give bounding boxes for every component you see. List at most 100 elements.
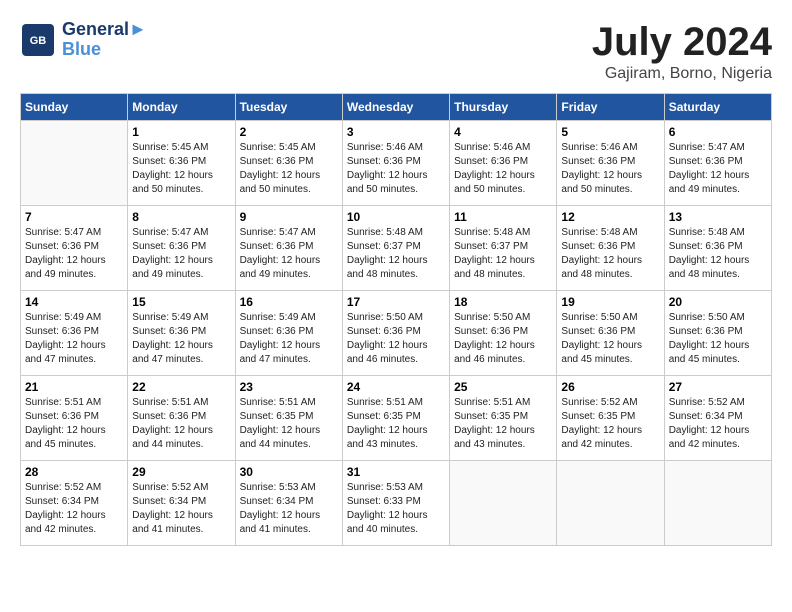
day-cell: 24Sunrise: 5:51 AMSunset: 6:35 PMDayligh…: [342, 376, 449, 461]
day-info: Sunrise: 5:50 AMSunset: 6:36 PMDaylight:…: [669, 311, 767, 367]
week-row-1: 1Sunrise: 5:45 AMSunset: 6:36 PMDaylight…: [21, 121, 772, 206]
logo-icon: GB: [20, 22, 56, 58]
day-info: Sunrise: 5:50 AMSunset: 6:36 PMDaylight:…: [561, 311, 659, 367]
day-number: 20: [669, 295, 767, 309]
day-number: 17: [347, 295, 445, 309]
day-info: Sunrise: 5:46 AMSunset: 6:36 PMDaylight:…: [454, 141, 552, 197]
day-cell: [557, 461, 664, 546]
day-number: 16: [240, 295, 338, 309]
day-info: Sunrise: 5:51 AMSunset: 6:36 PMDaylight:…: [25, 396, 123, 452]
day-cell: 19 Sunrise: 5:50 AMSunset: 6:36 PMDayligh…: [557, 291, 664, 376]
day-number: 10: [347, 210, 445, 224]
week-row-4: 21 Sunrise: 5:51 AMSunset: 6:36 PMDayligh…: [21, 376, 772, 461]
day-cell: 26Sunrise: 5:52 AMSunset: 6:35 PMDayligh…: [557, 376, 664, 461]
day-info: Sunrise: 5:48 AMSunset: 6:36 PMDaylight:…: [561, 226, 659, 282]
day-info: Sunrise: 5:48 AMSunset: 6:36 PMDaylight:…: [669, 226, 767, 282]
day-info: Sunrise: 5:47 AMSunset: 6:36 PMDaylight:…: [669, 141, 767, 197]
day-cell: 9 Sunrise: 5:47 AMSunset: 6:36 PMDaylight…: [235, 206, 342, 291]
day-number: 5: [561, 125, 659, 139]
day-number: 7: [25, 210, 123, 224]
day-info: Sunrise: 5:45 AMSunset: 6:36 PMDaylight:…: [132, 141, 230, 197]
day-info: Sunrise: 5:53 AMSunset: 6:34 PMDaylight:…: [240, 481, 338, 537]
svg-text:GB: GB: [30, 35, 47, 47]
day-info: Sunrise: 5:52 AMSunset: 6:34 PMDaylight:…: [25, 481, 123, 537]
day-cell: 21 Sunrise: 5:51 AMSunset: 6:36 PMDayligh…: [21, 376, 128, 461]
day-cell: 16 Sunrise: 5:49 AMSunset: 6:36 PMDayligh…: [235, 291, 342, 376]
day-cell: [664, 461, 771, 546]
logo-text-general: General►: [62, 20, 147, 40]
day-cell: 25 Sunrise: 5:51 AMSunset: 6:35 PMDayligh…: [450, 376, 557, 461]
day-cell: 7 Sunrise: 5:47 AMSunset: 6:36 PMDaylight…: [21, 206, 128, 291]
day-cell: 28Sunrise: 5:52 AMSunset: 6:34 PMDayligh…: [21, 461, 128, 546]
day-info: Sunrise: 5:49 AMSunset: 6:36 PMDaylight:…: [25, 311, 123, 367]
day-info: Sunrise: 5:50 AMSunset: 6:36 PMDaylight:…: [347, 311, 445, 367]
day-cell: 22 Sunrise: 5:51 AMSunset: 6:36 PMDayligh…: [128, 376, 235, 461]
day-number: 22: [132, 380, 230, 394]
column-header-sunday: Sunday: [21, 94, 128, 121]
column-header-thursday: Thursday: [450, 94, 557, 121]
day-info: Sunrise: 5:48 AMSunset: 6:37 PMDaylight:…: [347, 226, 445, 282]
day-cell: 2 Sunrise: 5:45 AMSunset: 6:36 PMDaylight…: [235, 121, 342, 206]
day-info: Sunrise: 5:46 AMSunset: 6:36 PMDaylight:…: [561, 141, 659, 197]
day-number: 27: [669, 380, 767, 394]
day-cell: 18Sunrise: 5:50 AMSunset: 6:36 PMDayligh…: [450, 291, 557, 376]
column-header-monday: Monday: [128, 94, 235, 121]
day-number: 12: [561, 210, 659, 224]
day-info: Sunrise: 5:52 AMSunset: 6:34 PMDaylight:…: [669, 396, 767, 452]
calendar-table: SundayMondayTuesdayWednesdayThursdayFrid…: [20, 93, 772, 546]
month-year-title: July 2024: [592, 20, 772, 65]
day-cell: 5 Sunrise: 5:46 AMSunset: 6:36 PMDaylight…: [557, 121, 664, 206]
day-info: Sunrise: 5:48 AMSunset: 6:37 PMDaylight:…: [454, 226, 552, 282]
day-info: Sunrise: 5:49 AMSunset: 6:36 PMDaylight:…: [240, 311, 338, 367]
day-cell: 8Sunrise: 5:47 AMSunset: 6:36 PMDaylight…: [128, 206, 235, 291]
page-header: GB General► Blue July 2024 Gajiram, Born…: [20, 20, 772, 83]
day-number: 6: [669, 125, 767, 139]
day-number: 26: [561, 380, 659, 394]
day-info: Sunrise: 5:52 AMSunset: 6:34 PMDaylight:…: [132, 481, 230, 537]
day-cell: 31 Sunrise: 5:53 AMSunset: 6:33 PMDayligh…: [342, 461, 449, 546]
day-info: Sunrise: 5:53 AMSunset: 6:33 PMDaylight:…: [347, 481, 445, 537]
day-cell: 30 Sunrise: 5:53 AMSunset: 6:34 PMDayligh…: [235, 461, 342, 546]
day-info: Sunrise: 5:47 AMSunset: 6:36 PMDaylight:…: [240, 226, 338, 282]
day-cell: 29 Sunrise: 5:52 AMSunset: 6:34 PMDayligh…: [128, 461, 235, 546]
day-cell: 14Sunrise: 5:49 AMSunset: 6:36 PMDayligh…: [21, 291, 128, 376]
location-subtitle: Gajiram, Borno, Nigeria: [592, 65, 772, 83]
day-number: 9: [240, 210, 338, 224]
day-info: Sunrise: 5:51 AMSunset: 6:35 PMDaylight:…: [347, 396, 445, 452]
day-info: Sunrise: 5:51 AMSunset: 6:35 PMDaylight:…: [454, 396, 552, 452]
day-number: 30: [240, 465, 338, 479]
day-info: Sunrise: 5:51 AMSunset: 6:36 PMDaylight:…: [132, 396, 230, 452]
day-number: 15: [132, 295, 230, 309]
day-number: 29: [132, 465, 230, 479]
day-number: 2: [240, 125, 338, 139]
week-row-2: 7 Sunrise: 5:47 AMSunset: 6:36 PMDaylight…: [21, 206, 772, 291]
day-info: Sunrise: 5:49 AMSunset: 6:36 PMDaylight:…: [132, 311, 230, 367]
day-number: 13: [669, 210, 767, 224]
day-cell: 27 Sunrise: 5:52 AMSunset: 6:34 PMDayligh…: [664, 376, 771, 461]
day-number: 21: [25, 380, 123, 394]
day-cell: 10 Sunrise: 5:48 AMSunset: 6:37 PMDayligh…: [342, 206, 449, 291]
day-number: 25: [454, 380, 552, 394]
day-cell: [21, 121, 128, 206]
day-number: 31: [347, 465, 445, 479]
calendar-header-row: SundayMondayTuesdayWednesdayThursdayFrid…: [21, 94, 772, 121]
day-cell: 11Sunrise: 5:48 AMSunset: 6:37 PMDayligh…: [450, 206, 557, 291]
logo-text-blue: Blue: [62, 40, 147, 60]
day-info: Sunrise: 5:47 AMSunset: 6:36 PMDaylight:…: [132, 226, 230, 282]
day-number: 4: [454, 125, 552, 139]
calendar-body: 1Sunrise: 5:45 AMSunset: 6:36 PMDaylight…: [21, 121, 772, 546]
day-info: Sunrise: 5:46 AMSunset: 6:36 PMDaylight:…: [347, 141, 445, 197]
day-info: Sunrise: 5:45 AMSunset: 6:36 PMDaylight:…: [240, 141, 338, 197]
day-cell: 13 Sunrise: 5:48 AMSunset: 6:36 PMDayligh…: [664, 206, 771, 291]
day-info: Sunrise: 5:47 AMSunset: 6:36 PMDaylight:…: [25, 226, 123, 282]
day-number: 19: [561, 295, 659, 309]
column-header-saturday: Saturday: [664, 94, 771, 121]
day-cell: 12 Sunrise: 5:48 AMSunset: 6:36 PMDayligh…: [557, 206, 664, 291]
day-info: Sunrise: 5:51 AMSunset: 6:35 PMDaylight:…: [240, 396, 338, 452]
logo: GB General► Blue: [20, 20, 147, 60]
day-cell: 1Sunrise: 5:45 AMSunset: 6:36 PMDaylight…: [128, 121, 235, 206]
day-cell: 3Sunrise: 5:46 AMSunset: 6:36 PMDaylight…: [342, 121, 449, 206]
title-block: July 2024 Gajiram, Borno, Nigeria: [592, 20, 772, 83]
week-row-5: 28Sunrise: 5:52 AMSunset: 6:34 PMDayligh…: [21, 461, 772, 546]
day-info: Sunrise: 5:50 AMSunset: 6:36 PMDaylight:…: [454, 311, 552, 367]
